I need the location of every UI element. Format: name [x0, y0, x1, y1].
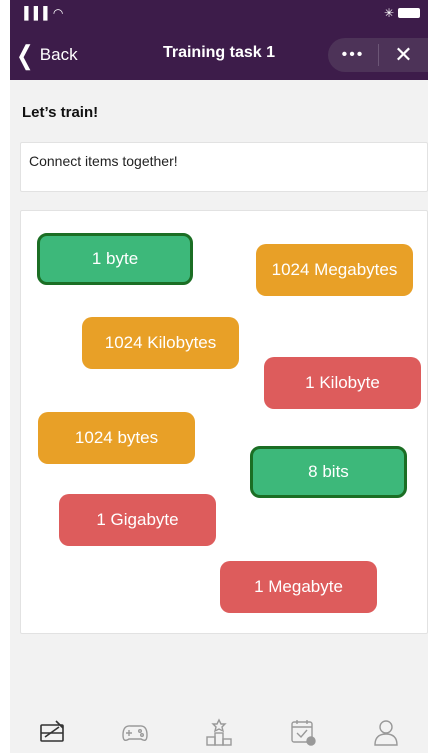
status-right: ✳ — [384, 6, 420, 20]
learn-icon[interactable] — [35, 715, 69, 749]
tile-1-kilobyte[interactable]: 1 Kilobyte — [264, 357, 421, 409]
header-actions: ••• ✕ — [328, 38, 428, 72]
instruction-text: Connect items together! — [29, 153, 178, 169]
signal-wifi-icon: ▐▐▐ ◠ — [20, 6, 65, 20]
tile-1024-megabytes[interactable]: 1024 Megabytes — [256, 244, 413, 296]
calendar-icon[interactable] — [286, 715, 320, 749]
status-bar: ▐▐▐ ◠ ✳ — [10, 0, 428, 30]
app-screen: ▐▐▐ ◠ ✳ ❮ Back Training task 1 ••• ✕ Let… — [10, 0, 428, 753]
matching-board: 1 byte 1024 Megabytes 1024 Kilobytes 1 K… — [20, 210, 428, 634]
battery-icon — [398, 8, 420, 18]
bluetooth-icon: ✳ — [383, 6, 394, 20]
header-bar: ❮ Back Training task 1 ••• ✕ — [10, 30, 428, 80]
more-icon[interactable]: ••• — [328, 46, 378, 64]
games-icon[interactable] — [118, 715, 152, 749]
tile-1024-kilobytes[interactable]: 1024 Kilobytes — [82, 317, 239, 369]
tile-8-bits[interactable]: 8 bits — [250, 446, 407, 498]
leaderboard-icon[interactable] — [202, 715, 236, 749]
tile-1024-bytes[interactable]: 1024 bytes — [38, 412, 195, 464]
instruction-card: Connect items together! — [20, 142, 428, 192]
tile-1-byte[interactable]: 1 byte — [37, 233, 193, 285]
tile-1-megabyte[interactable]: 1 Megabyte — [220, 561, 377, 613]
close-icon[interactable]: ✕ — [379, 42, 428, 68]
tile-1-gigabyte[interactable]: 1 Gigabyte — [59, 494, 216, 546]
section-title: Let’s train! — [22, 104, 99, 121]
profile-icon[interactable] — [369, 715, 403, 749]
bottom-nav — [10, 710, 428, 753]
